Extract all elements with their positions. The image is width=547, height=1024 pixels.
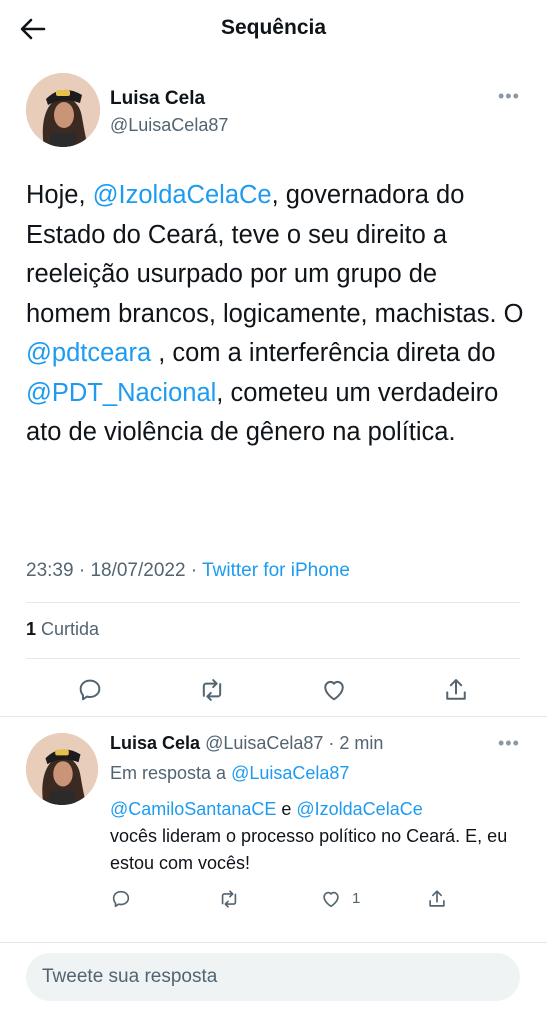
like-icon[interactable] [320,676,348,704]
reply-body: vocês lideram o processo político no Cea… [110,826,508,873]
reply-author-handle[interactable]: @LuisaCela87 [205,733,323,753]
tweet-time: 23:39 [26,560,74,581]
divider [0,942,547,943]
reply-header: Luisa Cela @LuisaCela87 · 2 min [110,733,383,754]
likes-label: Curtida [36,619,100,639]
mention-link[interactable]: @PDT_Nacional [26,379,216,407]
divider [26,602,520,603]
reply-like-icon[interactable] [320,888,342,910]
share-icon[interactable] [442,676,470,704]
retweet-icon[interactable] [198,676,226,704]
reply-mention-1[interactable]: @CamiloSantanaCE [110,799,276,819]
author-name[interactable]: Luisa Cela [110,88,205,110]
reply-more-options-icon[interactable]: ••• [498,733,520,754]
page-title: Sequência [220,16,327,39]
reply-retweet-icon[interactable] [218,888,240,910]
more-options-icon[interactable]: ••• [498,86,520,107]
reply-author-name[interactable]: Luisa Cela [110,733,200,753]
reply-avatar[interactable] [26,733,98,805]
tweet-source-link[interactable]: Twitter for iPhone [202,560,350,581]
likes-summary[interactable]: 1 Curtida [26,619,99,640]
divider [0,716,547,717]
mention-link[interactable]: @IzoldaCelaCe [93,181,272,209]
tweet-meta: 23:39 · 18/07/2022 · Twitter for iPhone [26,560,350,581]
reply-reply-icon[interactable] [110,888,132,910]
likes-count: 1 [26,619,37,639]
avatar[interactable] [26,73,100,147]
compose-reply-box[interactable] [26,953,520,1001]
replying-to: Em resposta a @LuisaCela87 [110,763,350,783]
replying-to-mention[interactable]: @LuisaCela87 [231,763,349,783]
reply-text: @CamiloSantanaCE e @IzoldaCelaCe vocês l… [110,799,508,873]
reply-icon[interactable] [76,676,104,704]
tweet-date: 18/07/2022 [90,560,186,581]
tweet-text: Hoje, @IzoldaCelaCe, governadora do Esta… [26,176,526,453]
reply-input[interactable] [26,953,520,1001]
tweet-text-segment: Hoje, [26,181,93,209]
author-handle[interactable]: @LuisaCela87 [110,115,228,136]
mention-link[interactable]: @pdtceara [26,339,151,367]
reply-share-icon[interactable] [426,888,448,910]
top-bar: Sequência [0,0,547,60]
tweet-text-segment: , com a interferência direta do [151,339,496,367]
reply-mention-2[interactable]: @IzoldaCelaCe [296,799,422,819]
reply-time: · 2 min [323,733,384,753]
divider [26,658,520,659]
reply-like-count: 1 [352,890,361,907]
